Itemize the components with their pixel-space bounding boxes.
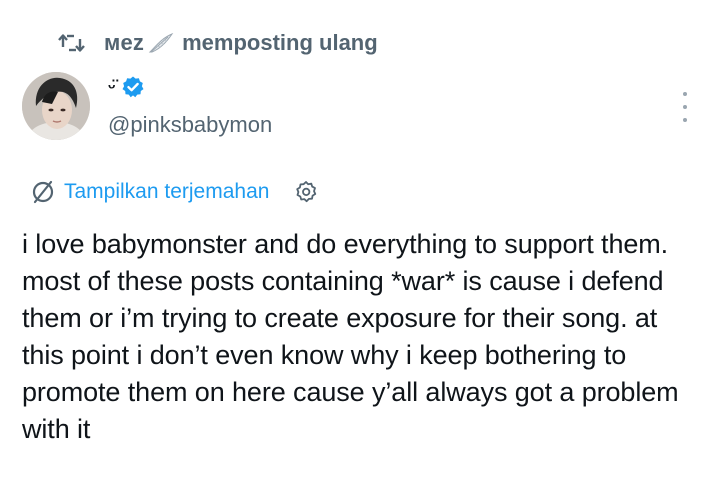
avatar[interactable] [22,72,90,140]
translate-button[interactable]: Tampilkan terjemahan [30,178,319,206]
author-handle[interactable]: @pinksbabymon [108,112,272,138]
more-icon-dot [683,118,687,122]
settings-icon[interactable] [293,179,319,205]
author-display-name[interactable]: ᵕ̈ [108,77,115,98]
repost-icon [58,32,86,54]
repost-label: memposting ulang [182,30,378,55]
more-icon-dot [683,105,687,109]
repost-indicator[interactable]: мez memposting ulang [58,28,378,58]
repost-user-name[interactable]: мez [104,30,144,56]
verified-icon[interactable] [121,75,145,99]
author-name-row[interactable]: ᵕ̈ [108,74,145,100]
feather-icon [148,32,174,54]
translate-label[interactable]: Tampilkan terjemahan [64,180,269,204]
more-options-button[interactable] [674,92,696,122]
translate-icon [30,179,56,205]
tweet-text: i love babymonster and do everything to … [22,229,679,444]
more-icon-dot [683,92,687,96]
